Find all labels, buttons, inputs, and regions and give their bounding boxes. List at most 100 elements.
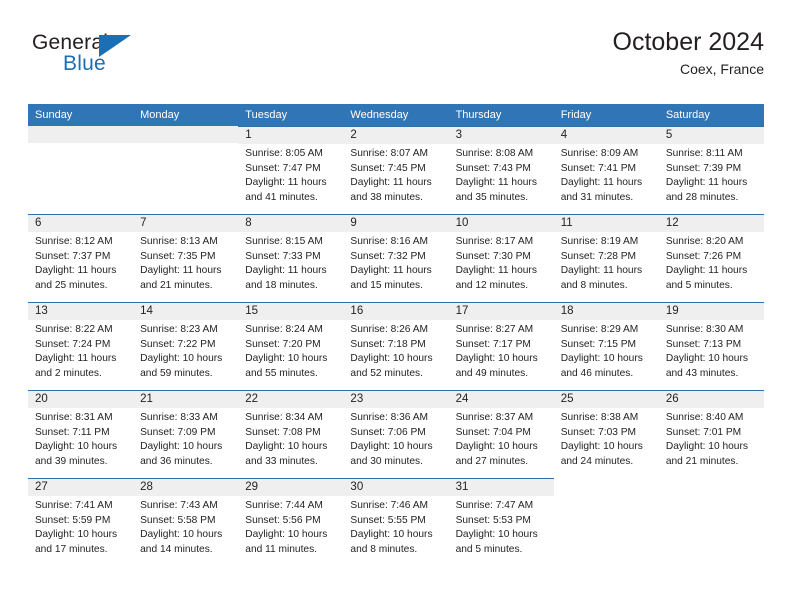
calendar-day-cell[interactable]: 22 Sunrise: 8:34 AM Sunset: 7:08 PM Dayligh… xyxy=(238,390,344,478)
calendar-day-cell[interactable]: 20 Sunrise: 8:31 AM Sunset: 7:11 PM Dayligh… xyxy=(28,390,134,478)
sunset-text: Sunset: 7:47 PM xyxy=(245,162,321,174)
calendar-cell: 5 Sunrise: 8:11 AM Sunset: 7:39 PM Daylight… xyxy=(658,126,764,214)
day-number: 16 xyxy=(343,303,449,320)
day-details: Sunrise: 8:26 AM Sunset: 7:18 PM Daylight:… xyxy=(343,320,448,381)
calendar-day-cell[interactable]: 9 Sunrise: 8:16 AM Sunset: 7:32 PM Daylight… xyxy=(343,214,449,302)
calendar-day-cell[interactable]: 17 Sunrise: 8:27 AM Sunset: 7:17 PM Dayligh… xyxy=(448,302,554,390)
calendar-cell xyxy=(28,126,134,214)
sunset-text: Sunset: 7:22 PM xyxy=(140,338,216,350)
sunset-text: Sunset: 7:32 PM xyxy=(350,250,426,262)
calendar-day-cell[interactable]: 18 Sunrise: 8:29 AM Sunset: 7:15 PM Dayligh… xyxy=(553,302,659,390)
daylight-text: Daylight: 10 hours and 14 minutes. xyxy=(140,529,223,555)
day-number: 12 xyxy=(658,215,764,232)
calendar-day-cell[interactable]: 8 Sunrise: 8:15 AM Sunset: 7:33 PM Daylight… xyxy=(238,214,344,302)
calendar-day-cell[interactable]: 6 Sunrise: 8:12 AM Sunset: 7:37 PM Daylight… xyxy=(28,214,134,302)
calendar-day-cell[interactable]: 11 Sunrise: 8:19 AM Sunset: 7:28 PM Dayligh… xyxy=(553,214,659,302)
day-details: Sunrise: 8:37 AM Sunset: 7:04 PM Daylight:… xyxy=(449,408,554,469)
sunset-text: Sunset: 5:53 PM xyxy=(455,514,531,526)
calendar-empty-cell xyxy=(133,126,239,214)
day-details: Sunrise: 8:08 AM Sunset: 7:43 PM Daylight:… xyxy=(449,144,554,205)
calendar-day-cell[interactable]: 25 Sunrise: 8:38 AM Sunset: 7:03 PM Dayligh… xyxy=(553,390,659,478)
calendar-day-cell[interactable]: 26 Sunrise: 8:40 AM Sunset: 7:01 PM Dayligh… xyxy=(658,390,764,478)
title-block: October 2024 Coex, France xyxy=(613,28,765,77)
day-details: Sunrise: 7:46 AM Sunset: 5:55 PM Daylight:… xyxy=(343,496,448,557)
calendar-day-cell[interactable]: 23 Sunrise: 8:36 AM Sunset: 7:06 PM Dayligh… xyxy=(343,390,449,478)
daylight-text: Daylight: 10 hours and 8 minutes. xyxy=(350,529,433,555)
weekday-header-sunday: Sunday xyxy=(28,104,134,126)
sunrise-text: Sunrise: 8:33 AM xyxy=(140,412,218,423)
daylight-text: Daylight: 10 hours and 17 minutes. xyxy=(35,529,118,555)
calendar-cell: 23 Sunrise: 8:36 AM Sunset: 7:06 PM Dayligh… xyxy=(343,390,449,478)
sunset-text: Sunset: 7:03 PM xyxy=(560,426,637,438)
location-subtitle: Coex, France xyxy=(679,61,764,77)
calendar-cell: 26 Sunrise: 8:40 AM Sunset: 7:01 PM Dayligh… xyxy=(658,390,764,478)
day-number xyxy=(659,478,764,495)
calendar-day-cell[interactable]: 7 Sunrise: 8:13 AM Sunset: 7:35 PM Daylight… xyxy=(133,214,239,302)
calendar-day-cell[interactable]: 12 Sunrise: 8:20 AM Sunset: 7:26 PM Dayligh… xyxy=(658,214,764,302)
day-number: 14 xyxy=(133,303,239,320)
day-number: 5 xyxy=(658,127,764,144)
calendar-week-row: 20 Sunrise: 8:31 AM Sunset: 7:11 PM Dayligh… xyxy=(28,390,764,478)
calendar-day-cell[interactable]: 5 Sunrise: 8:11 AM Sunset: 7:39 PM Daylight… xyxy=(658,126,764,214)
sunrise-text: Sunrise: 8:15 AM xyxy=(245,236,323,247)
calendar-day-cell[interactable]: 15 Sunrise: 8:24 AM Sunset: 7:20 PM Dayligh… xyxy=(238,302,344,390)
calendar-cell: 27 Sunrise: 7:41 AM Sunset: 5:59 PM Dayligh… xyxy=(28,478,134,566)
daylight-text: Daylight: 10 hours and 30 minutes. xyxy=(350,441,433,467)
daylight-text: Daylight: 10 hours and 5 minutes. xyxy=(455,529,538,555)
day-details: Sunrise: 8:31 AM Sunset: 7:11 PM Daylight:… xyxy=(28,408,133,469)
sunset-text: Sunset: 7:33 PM xyxy=(245,250,321,262)
day-number: 6 xyxy=(28,215,134,232)
daylight-text: Daylight: 11 hours and 21 minutes. xyxy=(140,265,222,291)
calendar-day-cell[interactable]: 19 Sunrise: 8:30 AM Sunset: 7:13 PM Dayligh… xyxy=(658,302,764,390)
calendar-day-cell[interactable]: 2 Sunrise: 8:07 AM Sunset: 7:45 PM Daylight… xyxy=(343,126,449,214)
calendar-day-cell[interactable]: 14 Sunrise: 8:23 AM Sunset: 7:22 PM Dayligh… xyxy=(133,302,239,390)
day-details: Sunrise: 8:11 AM Sunset: 7:39 PM Daylight:… xyxy=(659,144,764,205)
day-details: Sunrise: 8:17 AM Sunset: 7:30 PM Daylight:… xyxy=(449,232,554,293)
calendar-day-cell[interactable]: 1 Sunrise: 8:05 AM Sunset: 7:47 PM Daylight… xyxy=(238,126,344,214)
day-details: Sunrise: 8:40 AM Sunset: 7:01 PM Daylight:… xyxy=(659,408,764,469)
calendar-cell: 15 Sunrise: 8:24 AM Sunset: 7:20 PM Dayligh… xyxy=(238,302,344,390)
sunrise-text: Sunrise: 8:26 AM xyxy=(350,324,429,335)
calendar-day-cell[interactable]: 27 Sunrise: 7:41 AM Sunset: 5:59 PM Dayligh… xyxy=(28,478,134,566)
calendar-day-cell[interactable]: 16 Sunrise: 8:26 AM Sunset: 7:18 PM Dayligh… xyxy=(343,302,449,390)
sunset-text: Sunset: 7:24 PM xyxy=(35,338,111,350)
sunrise-text: Sunrise: 8:19 AM xyxy=(560,236,639,247)
calendar-week-row: 1 Sunrise: 8:05 AM Sunset: 7:47 PM Daylight… xyxy=(28,126,764,214)
calendar-day-cell[interactable]: 28 Sunrise: 7:43 AM Sunset: 5:58 PM Dayligh… xyxy=(133,478,239,566)
calendar-day-cell[interactable]: 31 Sunrise: 7:47 AM Sunset: 5:53 PM Dayligh… xyxy=(448,478,554,566)
sunset-text: Sunset: 5:56 PM xyxy=(245,514,321,526)
day-number: 30 xyxy=(343,479,449,496)
sunrise-text: Sunrise: 8:29 AM xyxy=(560,324,639,335)
calendar-day-cell[interactable]: 30 Sunrise: 7:46 AM Sunset: 5:55 PM Dayligh… xyxy=(343,478,449,566)
calendar-day-cell[interactable]: 4 Sunrise: 8:09 AM Sunset: 7:41 PM Daylight… xyxy=(553,126,659,214)
day-details: Sunrise: 8:22 AM Sunset: 7:24 PM Daylight:… xyxy=(28,320,133,381)
day-number: 7 xyxy=(133,215,239,232)
day-details: Sunrise: 8:15 AM Sunset: 7:33 PM Daylight:… xyxy=(238,232,343,293)
sunset-text: Sunset: 7:09 PM xyxy=(140,426,216,438)
calendar-cell xyxy=(659,478,764,566)
day-number: 22 xyxy=(238,391,344,408)
day-details: Sunrise: 8:33 AM Sunset: 7:09 PM Daylight:… xyxy=(133,408,238,469)
sunset-text: Sunset: 5:55 PM xyxy=(350,514,426,526)
daylight-text: Daylight: 11 hours and 2 minutes. xyxy=(35,353,117,379)
sunrise-text: Sunrise: 8:24 AM xyxy=(245,324,323,335)
calendar-cell: 2 Sunrise: 8:07 AM Sunset: 7:45 PM Daylight… xyxy=(343,126,449,214)
calendar-day-cell[interactable]: 29 Sunrise: 7:44 AM Sunset: 5:56 PM Dayligh… xyxy=(238,478,344,566)
day-number: 17 xyxy=(448,303,554,320)
calendar-cell: 30 Sunrise: 7:46 AM Sunset: 5:55 PM Dayligh… xyxy=(343,478,449,566)
sunset-text: Sunset: 7:11 PM xyxy=(35,426,110,438)
brand-logo[interactable]: General Blue xyxy=(32,32,252,90)
day-details: Sunrise: 8:23 AM Sunset: 7:22 PM Daylight:… xyxy=(133,320,238,381)
daylight-text: Daylight: 11 hours and 31 minutes. xyxy=(560,177,643,203)
calendar-day-cell[interactable]: 3 Sunrise: 8:08 AM Sunset: 7:43 PM Daylight… xyxy=(448,126,554,214)
calendar-day-cell[interactable]: 10 Sunrise: 8:17 AM Sunset: 7:30 PM Dayligh… xyxy=(448,214,554,302)
day-details: Sunrise: 8:05 AM Sunset: 7:47 PM Daylight:… xyxy=(238,144,343,205)
calendar-day-cell[interactable]: 13 Sunrise: 8:22 AM Sunset: 7:24 PM Dayligh… xyxy=(28,302,134,390)
daylight-text: Daylight: 10 hours and 46 minutes. xyxy=(560,353,643,379)
daylight-text: Daylight: 10 hours and 33 minutes. xyxy=(245,441,328,467)
calendar-cell: 25 Sunrise: 8:38 AM Sunset: 7:03 PM Dayligh… xyxy=(553,390,659,478)
sunrise-text: Sunrise: 8:20 AM xyxy=(665,236,744,247)
day-details: Sunrise: 7:44 AM Sunset: 5:56 PM Daylight:… xyxy=(238,496,343,557)
calendar-day-cell[interactable]: 24 Sunrise: 8:37 AM Sunset: 7:04 PM Dayligh… xyxy=(448,390,554,478)
calendar-day-cell[interactable]: 21 Sunrise: 8:33 AM Sunset: 7:09 PM Dayligh… xyxy=(133,390,239,478)
